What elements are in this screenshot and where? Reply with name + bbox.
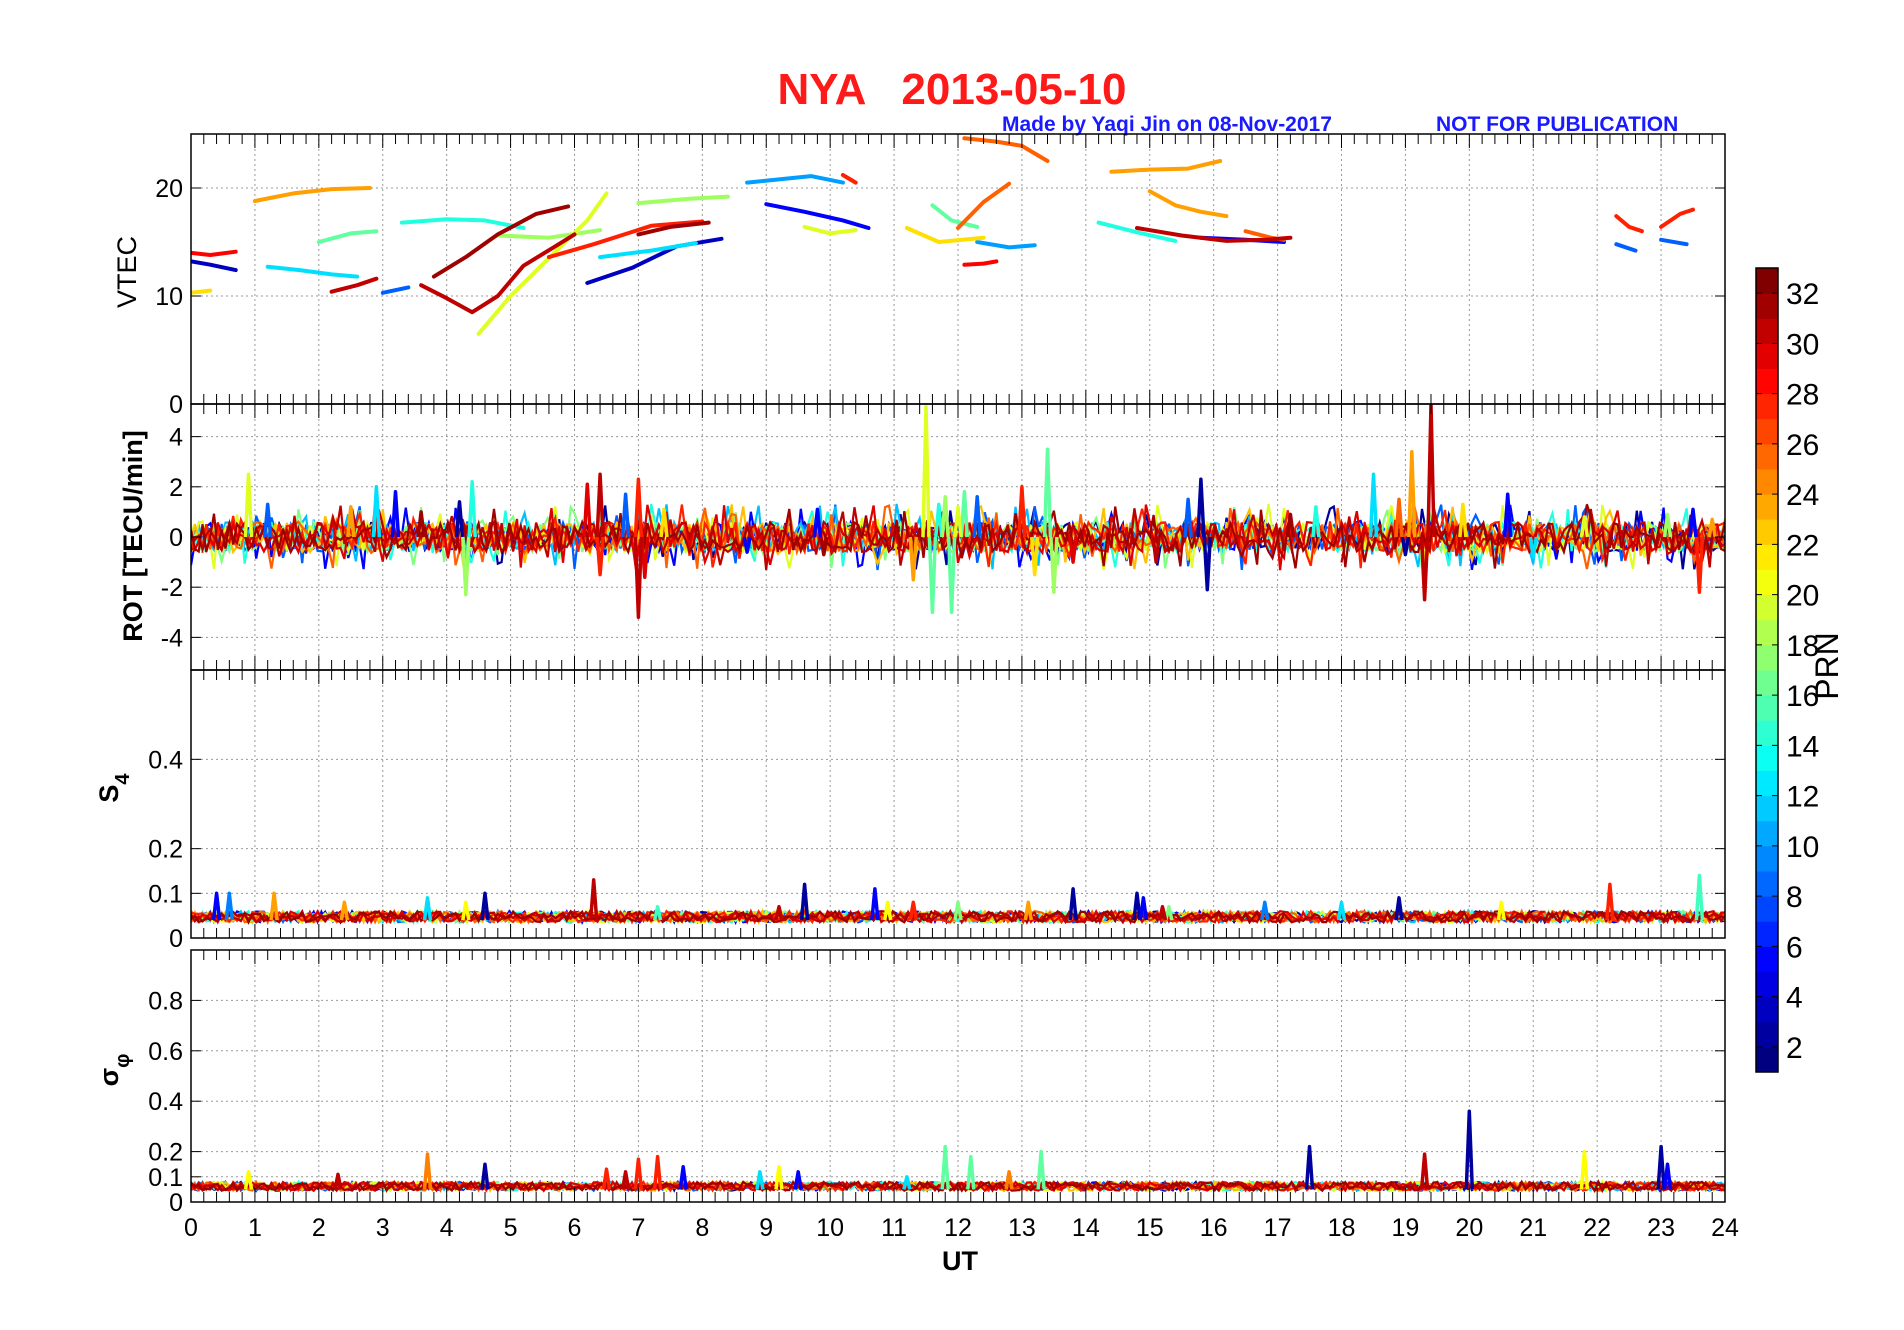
colorbar-swatch	[1756, 770, 1778, 797]
x-tick-label: 5	[504, 1214, 518, 1242]
colorbar-swatch	[1756, 544, 1778, 570]
x-tick-label: 0	[184, 1214, 198, 1242]
x-tick-label: 24	[1711, 1214, 1739, 1242]
figure-title: NYA 2013-05-10	[778, 65, 1127, 114]
colorbar-swatch	[1756, 494, 1778, 520]
s4-ytick-label: 0.1	[148, 880, 183, 908]
x-tick-label: 18	[1328, 1214, 1356, 1242]
colorbar-swatch	[1756, 1046, 1778, 1073]
colorbar-swatch	[1756, 418, 1778, 445]
colorbar-swatch	[1756, 594, 1778, 621]
colorbar-tick-label: 8	[1786, 881, 1803, 914]
colorbar-swatch	[1756, 393, 1778, 420]
colorbar-tick-label: 20	[1786, 580, 1819, 613]
colorbar-tick-label: 30	[1786, 328, 1819, 361]
x-tick-label: 17	[1264, 1214, 1292, 1242]
x-tick-label: 13	[1008, 1214, 1036, 1242]
colorbar-tick-label: 6	[1786, 931, 1803, 964]
x-tick-label: 4	[440, 1214, 454, 1242]
colorbar-swatch	[1756, 670, 1778, 696]
colorbar-swatch	[1756, 921, 1778, 947]
x-tick-label: 11	[881, 1214, 907, 1242]
x-tick-label: 21	[1519, 1214, 1547, 1242]
x-tick-label: 10	[816, 1214, 844, 1242]
x-tick-label: 20	[1455, 1214, 1483, 1242]
colorbar-tick-label: 4	[1786, 982, 1803, 1015]
colorbar-swatch	[1756, 795, 1778, 822]
vtec-axis-label: VTEC	[112, 236, 142, 308]
colorbar-swatch	[1756, 1021, 1778, 1048]
sig-ytick-label: 0.4	[148, 1088, 183, 1116]
x-tick-label: 19	[1392, 1214, 1420, 1242]
colorbar-swatch	[1756, 268, 1778, 294]
colorbar-swatch	[1756, 871, 1778, 897]
vtec-line-prn-22	[191, 288, 213, 295]
colorbar-swatch	[1756, 318, 1778, 344]
colorbar-tick-label: 22	[1786, 529, 1819, 562]
colorbar-swatch	[1756, 619, 1778, 646]
credit-text: Made by Yaqi Jin on 08-Nov-2017	[1002, 113, 1332, 136]
colorbar-tick-label: 28	[1786, 379, 1819, 412]
colorbar-swatch	[1756, 820, 1778, 847]
rot-ytick-label: 4	[169, 424, 183, 452]
colorbar-swatch	[1756, 946, 1778, 972]
colorbar-swatch	[1756, 343, 1778, 369]
s4-ytick-label: 0.2	[148, 836, 183, 864]
colorbar-swatch	[1756, 368, 1778, 395]
figure-background	[0, 0, 1904, 1330]
vtec-ytick-label: 10	[155, 283, 183, 311]
figure: NYA 2013-05-10 Made by Yaqi Jin on 08-No…	[0, 0, 1904, 1330]
sig-ytick-label: 0.1	[148, 1164, 183, 1192]
colorbar-tick-label: 14	[1786, 730, 1819, 763]
colorbar-swatch	[1756, 695, 1778, 721]
x-tick-label: 16	[1200, 1214, 1228, 1242]
x-tick-label: 9	[759, 1214, 773, 1242]
x-tick-label: 22	[1583, 1214, 1611, 1242]
publication-notice: NOT FOR PUBLICATION	[1436, 113, 1678, 136]
colorbar-swatch	[1756, 293, 1778, 319]
colorbar-swatch	[1756, 971, 1778, 998]
x-tick-label: 12	[944, 1214, 972, 1242]
rot-ytick-label: -2	[161, 574, 183, 602]
colorbar-tick-label: 12	[1786, 781, 1819, 814]
sig-ytick-label: 0.8	[148, 987, 183, 1015]
colorbar-tick-label: 10	[1786, 831, 1819, 864]
colorbar-swatch	[1756, 644, 1778, 671]
sig-ytick-label: 0	[169, 1189, 183, 1217]
x-tick-label: 7	[631, 1214, 645, 1242]
colorbar-tick-label: 2	[1786, 1032, 1803, 1065]
colorbar-swatch	[1756, 443, 1778, 470]
x-tick-label: 14	[1072, 1214, 1100, 1242]
rot-ytick-label: 0	[169, 524, 183, 552]
s4-ytick-label: 0	[169, 925, 183, 953]
colorbar-swatch	[1756, 996, 1778, 1023]
x-tick-label: 8	[695, 1214, 709, 1242]
colorbar-swatch	[1756, 845, 1778, 872]
colorbar-tick-label: 24	[1786, 479, 1819, 512]
x-tick-label: 1	[248, 1214, 262, 1242]
colorbar-swatch	[1756, 519, 1778, 545]
vtec-ytick-label: 20	[155, 175, 183, 203]
ut-axis-label: UT	[942, 1246, 978, 1276]
colorbar-swatch	[1756, 469, 1778, 495]
colorbar-swatch	[1756, 720, 1778, 746]
colorbar-label: PRN	[1809, 632, 1845, 700]
sig-ytick-label: 0.2	[148, 1139, 183, 1167]
rot-axis-label: ROT [TECU/min]	[118, 430, 148, 641]
rot-ytick-label: 2	[169, 474, 183, 502]
x-tick-label: 15	[1136, 1214, 1164, 1242]
x-tick-label: 23	[1647, 1214, 1675, 1242]
colorbar-swatch	[1756, 569, 1778, 596]
rot-ytick-label: -4	[161, 624, 183, 652]
sig-ytick-label: 0.6	[148, 1038, 183, 1066]
colorbar-swatch	[1756, 745, 1778, 771]
colorbar-swatch	[1756, 896, 1778, 922]
vtec-ytick-label: 0	[169, 391, 183, 419]
x-tick-label: 3	[376, 1214, 390, 1242]
s4-ytick-label: 0.4	[148, 746, 183, 774]
colorbar-tick-label: 26	[1786, 429, 1819, 462]
colorbar-tick-label: 32	[1786, 278, 1819, 311]
x-tick-label: 6	[568, 1214, 582, 1242]
x-tick-label: 2	[312, 1214, 326, 1242]
